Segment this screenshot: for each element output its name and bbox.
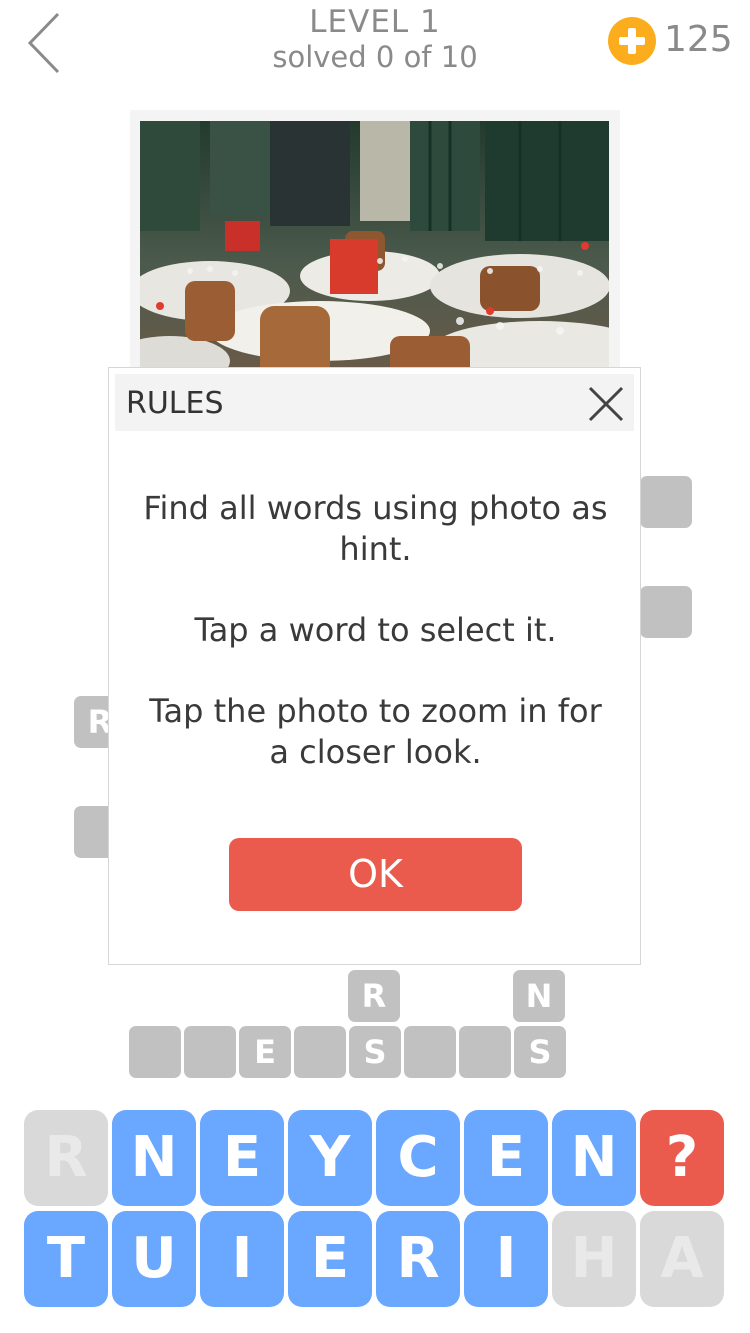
word-tile[interactable] [640, 586, 692, 638]
letter-key[interactable]: R [376, 1211, 460, 1307]
word-tile[interactable] [184, 1026, 236, 1078]
close-button[interactable] [586, 384, 626, 424]
rule-text-3: Tap the photo to zoom in for a closer lo… [149, 692, 602, 771]
dialog-title: RULES [126, 386, 224, 421]
restaurant-photo [140, 121, 609, 380]
word-tile[interactable] [404, 1026, 456, 1078]
photo-hint-card[interactable] [130, 110, 620, 380]
letter-key[interactable]: U [112, 1211, 196, 1307]
close-icon [588, 386, 624, 422]
word-tile[interactable]: N [513, 970, 565, 1022]
rule-text-2: Tap a word to select it. [194, 611, 557, 649]
letter-key-used: H [552, 1211, 636, 1307]
letter-key-used: A [640, 1211, 724, 1307]
word-tile[interactable] [459, 1026, 511, 1078]
hint-photo[interactable] [140, 121, 609, 380]
coin-count: 125 [664, 19, 733, 60]
rule-text-1: Find all words using photo as hint. [143, 489, 608, 568]
rules-dialog: RULES Find all words using photo as hint… [108, 367, 641, 965]
plus-coin-icon[interactable] [608, 17, 656, 65]
letter-key[interactable]: N [552, 1110, 636, 1206]
word-tile[interactable]: R [348, 970, 400, 1022]
hint-button[interactable]: ? [640, 1110, 724, 1206]
word-tile[interactable] [294, 1026, 346, 1078]
word-tile[interactable] [640, 476, 692, 528]
word-tile[interactable]: E [239, 1026, 291, 1078]
word-tile[interactable]: S [349, 1026, 401, 1078]
letter-key[interactable]: E [464, 1110, 548, 1206]
letter-key-used: R [24, 1110, 108, 1206]
word-tile[interactable]: S [514, 1026, 566, 1078]
word-tile[interactable] [129, 1026, 181, 1078]
letter-key[interactable]: E [288, 1211, 372, 1307]
letter-key[interactable]: E [200, 1110, 284, 1206]
dialog-header: RULES [115, 374, 634, 431]
letter-key[interactable]: Y [288, 1110, 372, 1206]
letter-key[interactable]: T [24, 1211, 108, 1307]
ok-button[interactable]: OK [229, 838, 522, 911]
letter-key[interactable]: I [200, 1211, 284, 1307]
letter-key[interactable]: I [464, 1211, 548, 1307]
letter-key[interactable]: C [376, 1110, 460, 1206]
letter-key[interactable]: N [112, 1110, 196, 1206]
